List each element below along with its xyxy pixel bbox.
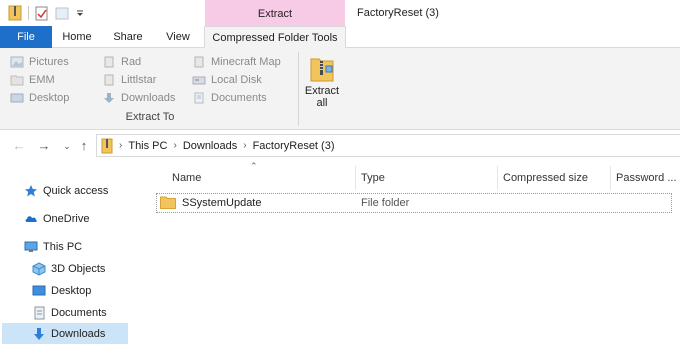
extract-to-pictures[interactable]: Pictures xyxy=(10,53,69,71)
file-name: SSystemUpdate xyxy=(182,196,262,209)
customize-toolbar-icon[interactable] xyxy=(75,5,89,21)
desktop-icon xyxy=(32,284,46,298)
back-arrow-icon[interactable]: ← xyxy=(12,139,26,153)
pictures-icon xyxy=(10,56,24,68)
cloud-icon xyxy=(24,212,38,226)
documents-icon xyxy=(192,92,206,104)
extract-to-desktop[interactable]: Desktop xyxy=(10,89,69,107)
table-row[interactable]: SSystemUpdate File folder xyxy=(156,193,672,213)
column-header-password[interactable]: Password ... xyxy=(616,166,677,190)
sidebar-item-desktop[interactable]: Desktop xyxy=(32,280,158,301)
cube-icon xyxy=(32,261,46,276)
documents-icon xyxy=(32,306,46,320)
file-icon xyxy=(192,56,206,68)
column-divider[interactable] xyxy=(497,166,498,190)
tab-compressed-folder-tools[interactable]: Compressed Folder Tools xyxy=(204,26,346,49)
zip-folder-icon xyxy=(8,5,22,21)
column-header-compressed-size[interactable]: Compressed size xyxy=(503,166,588,190)
ribbon-item-label: Rad xyxy=(121,56,142,68)
download-arrow-icon xyxy=(102,92,116,104)
download-arrow-icon xyxy=(32,327,46,341)
sidebar-item-documents[interactable]: Documents xyxy=(32,302,158,323)
tab-home[interactable]: Home xyxy=(52,26,102,48)
properties-icon[interactable] xyxy=(35,5,49,21)
column-divider[interactable] xyxy=(610,166,611,190)
breadcrumb-separator-icon[interactable]: › xyxy=(243,140,246,151)
file-icon xyxy=(102,74,116,86)
sidebar-item-label: Documents xyxy=(51,306,107,319)
column-header-type[interactable]: Type xyxy=(361,166,385,190)
sidebar-item-this-pc[interactable]: This PC xyxy=(24,236,150,257)
ribbon-item-label: Local Disk xyxy=(211,74,262,86)
extract-to-documents[interactable]: Documents xyxy=(192,89,267,107)
context-tab-label: Extract xyxy=(205,0,345,28)
extract-to-littlstar[interactable]: Littlstar xyxy=(102,71,156,89)
up-arrow-icon[interactable]: ↑ xyxy=(77,139,91,153)
computer-icon xyxy=(24,240,38,254)
zip-folder-icon xyxy=(101,138,113,154)
recent-locations-chevron-icon[interactable]: ⌄ xyxy=(60,139,74,153)
window-title: FactoryReset (3) xyxy=(357,7,439,19)
ribbon-item-label: Documents xyxy=(211,92,267,104)
column-divider[interactable] xyxy=(355,166,356,190)
sidebar-item-label: Quick access xyxy=(43,184,109,197)
sidebar-item-3d-objects[interactable]: 3D Objects xyxy=(32,258,158,279)
file-list: ⌃ Name Type Compressed size Password ...… xyxy=(148,161,680,344)
folder-icon xyxy=(10,74,24,86)
ribbon-item-label: Desktop xyxy=(29,92,70,104)
sidebar-item-label: 3D Objects xyxy=(51,262,106,275)
ribbon-item-label: EMM xyxy=(29,74,55,86)
breadcrumb-this-pc[interactable]: This PC xyxy=(128,140,167,152)
sidebar-item-label: This PC xyxy=(43,240,83,253)
ribbon-group-label-extract-to: Extract To xyxy=(125,111,175,123)
file-type: File folder xyxy=(361,197,410,209)
breadcrumb-separator-icon[interactable]: › xyxy=(119,140,122,151)
ribbon-divider xyxy=(298,52,299,126)
sidebar-item-onedrive[interactable]: OneDrive xyxy=(24,208,150,229)
desktop-icon xyxy=(10,92,24,104)
extract-all-button[interactable]: Extract all xyxy=(303,52,341,109)
disk-drive-icon xyxy=(192,74,206,86)
tab-view[interactable]: View xyxy=(154,26,202,48)
extract-to-minecraft-map[interactable]: Minecraft Map xyxy=(192,53,281,71)
column-header-name[interactable]: Name xyxy=(172,166,201,190)
sidebar-item-label: OneDrive xyxy=(43,212,90,225)
address-bar[interactable]: › This PC › Downloads › FactoryReset (3) xyxy=(96,134,680,157)
file-icon xyxy=(102,56,116,68)
extract-all-icon xyxy=(309,55,335,83)
sidebar-item-quick-access[interactable]: Quick access xyxy=(24,180,150,201)
ribbon-item-label: Pictures xyxy=(29,56,69,68)
extract-all-label-line1: Extract xyxy=(304,85,340,97)
ribbon-item-label: Littlstar xyxy=(121,74,157,86)
navigation-pane: Quick access OneDrive This PC 3D Objects… xyxy=(0,166,130,344)
extract-all-label-line2: all xyxy=(316,97,328,109)
quick-access-toolbar xyxy=(8,5,89,21)
title-bar: Extract FactoryReset (3) xyxy=(0,0,680,28)
navigation-bar: ← → ⌄ ↑ › This PC › Downloads › FactoryR… xyxy=(0,131,680,161)
toolbar-divider xyxy=(28,6,29,20)
extract-to-emm[interactable]: EMM xyxy=(10,71,55,89)
ribbon-item-label: Downloads xyxy=(121,92,176,104)
breadcrumb-separator-icon[interactable]: › xyxy=(173,140,176,151)
sidebar-item-label: Desktop xyxy=(51,284,92,297)
extract-to-rad[interactable]: Rad xyxy=(102,53,141,71)
folder-icon xyxy=(160,196,176,209)
extract-to-downloads[interactable]: Downloads xyxy=(102,89,175,107)
sidebar-item-downloads[interactable]: Downloads xyxy=(2,323,128,344)
tab-share[interactable]: Share xyxy=(102,26,154,48)
sidebar-item-label: Downloads xyxy=(51,327,106,340)
sort-ascending-caret-icon: ⌃ xyxy=(250,161,258,171)
breadcrumb-factoryreset[interactable]: FactoryReset (3) xyxy=(253,140,335,152)
tab-file[interactable]: File xyxy=(0,26,52,48)
forward-arrow-icon[interactable]: → xyxy=(37,139,51,153)
ribbon-tabs: File Home Share View Compressed Folder T… xyxy=(0,26,680,49)
ribbon-panel: Pictures EMM Desktop Rad Littlstar Downl… xyxy=(0,48,680,130)
new-folder-icon[interactable] xyxy=(55,5,69,21)
extract-to-local-disk[interactable]: Local Disk xyxy=(192,71,262,89)
file-name-cell: SSystemUpdate xyxy=(160,196,261,209)
breadcrumb-downloads[interactable]: Downloads xyxy=(183,140,237,152)
star-icon xyxy=(24,184,38,198)
ribbon-item-label: Minecraft Map xyxy=(211,56,281,68)
